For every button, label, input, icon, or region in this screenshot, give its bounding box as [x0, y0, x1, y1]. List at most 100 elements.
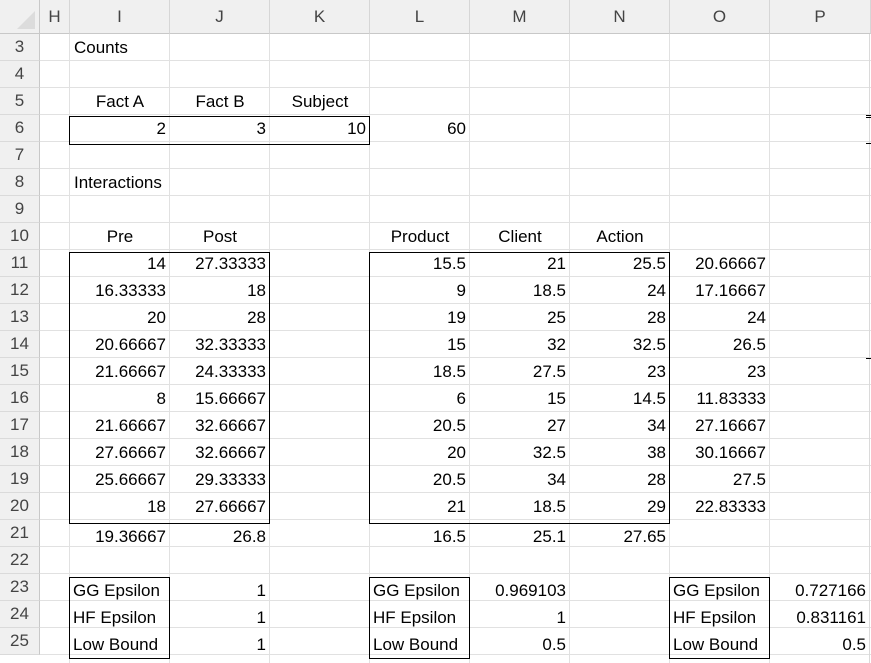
- cell-pre[interactable]: 21.66667: [70, 412, 170, 439]
- cell-action[interactable]: 24: [570, 277, 670, 304]
- cell-row-mean[interactable]: 26.5: [670, 331, 770, 358]
- row-header-7[interactable]: 7: [0, 142, 40, 169]
- cell-client[interactable]: 25: [470, 304, 570, 331]
- cell-post[interactable]: 18: [170, 277, 270, 304]
- mean-pre[interactable]: 19.36667: [70, 523, 170, 550]
- cell-post[interactable]: 32.33333: [170, 331, 270, 358]
- row-header-11[interactable]: 11: [0, 250, 40, 277]
- cell-row-mean[interactable]: 27.5: [670, 466, 770, 493]
- cell-client[interactable]: 34: [470, 466, 570, 493]
- row-header-9[interactable]: 9: [0, 196, 40, 223]
- mean-action[interactable]: 27.65: [570, 523, 670, 550]
- column-header-J[interactable]: J: [170, 0, 270, 34]
- cell-action[interactable]: 38: [570, 439, 670, 466]
- cell-client[interactable]: 18.5: [470, 493, 570, 520]
- row-header-13[interactable]: 13: [0, 304, 40, 331]
- row-header-8[interactable]: 8: [0, 169, 40, 196]
- row-header-17[interactable]: 17: [0, 412, 40, 439]
- cell-pre[interactable]: 21.66667: [70, 358, 170, 385]
- column-header-L[interactable]: L: [370, 0, 470, 34]
- cell-product[interactable]: 9: [370, 277, 470, 304]
- cell-product[interactable]: 20.5: [370, 466, 470, 493]
- cell-pre[interactable]: 20.66667: [70, 331, 170, 358]
- epsilon-label[interactable]: GG Epsilon: [70, 577, 170, 604]
- cell-row-mean[interactable]: 22.83333: [670, 493, 770, 520]
- cell-action[interactable]: 28: [570, 466, 670, 493]
- cell-row-mean[interactable]: 30.16667: [670, 439, 770, 466]
- row-header-25[interactable]: 25: [0, 628, 40, 655]
- cell-post[interactable]: 27.33333: [170, 250, 270, 277]
- row-header-4[interactable]: 4: [0, 61, 40, 88]
- epsilon-label[interactable]: HF Epsilon: [370, 604, 470, 631]
- row-header-14[interactable]: 14: [0, 331, 40, 358]
- epsilon-value[interactable]: 1: [170, 577, 270, 604]
- row-header-18[interactable]: 18: [0, 439, 40, 466]
- column-header-K[interactable]: K: [270, 0, 370, 34]
- cell-action[interactable]: 29: [570, 493, 670, 520]
- epsilon-label[interactable]: HF Epsilon: [70, 604, 170, 631]
- column-header-M[interactable]: M: [470, 0, 570, 34]
- cell-post[interactable]: 32.66667: [170, 439, 270, 466]
- cell-row-mean[interactable]: 17.16667: [670, 277, 770, 304]
- cell-action[interactable]: 28: [570, 304, 670, 331]
- epsilon-label[interactable]: HF Epsilon: [670, 604, 770, 631]
- cell-pre[interactable]: 18: [70, 493, 170, 520]
- cell-post[interactable]: 15.66667: [170, 385, 270, 412]
- cell-pre[interactable]: 8: [70, 385, 170, 412]
- row-header-19[interactable]: 19: [0, 466, 40, 493]
- cell-post[interactable]: 24.33333: [170, 358, 270, 385]
- column-header-N[interactable]: N: [570, 0, 670, 34]
- cell-post[interactable]: 27.66667: [170, 493, 270, 520]
- cell-product[interactable]: 20: [370, 439, 470, 466]
- epsilon-value[interactable]: 0.5: [470, 631, 570, 658]
- cell-action[interactable]: 14.5: [570, 385, 670, 412]
- cell-product[interactable]: 21: [370, 493, 470, 520]
- row-header-12[interactable]: 12: [0, 277, 40, 304]
- epsilon-label[interactable]: Low Bound: [70, 631, 170, 658]
- row-header-23[interactable]: 23: [0, 574, 40, 601]
- counts-total[interactable]: 60: [370, 115, 470, 142]
- cell-action[interactable]: 25.5: [570, 250, 670, 277]
- counts-value-fact-b[interactable]: 3: [170, 115, 270, 142]
- cell-row-mean[interactable]: 23: [670, 358, 770, 385]
- cell-product[interactable]: 15.5: [370, 250, 470, 277]
- epsilon-label[interactable]: GG Epsilon: [370, 577, 470, 604]
- cell-row-mean[interactable]: 20.66667: [670, 250, 770, 277]
- cell-action[interactable]: 23: [570, 358, 670, 385]
- mean-post[interactable]: 26.8: [170, 523, 270, 550]
- cell-client[interactable]: 32: [470, 331, 570, 358]
- row-header-22[interactable]: 22: [0, 547, 40, 574]
- cell-client[interactable]: 15: [470, 385, 570, 412]
- cell-pre[interactable]: 14: [70, 250, 170, 277]
- cell-post[interactable]: 28: [170, 304, 270, 331]
- cell-product[interactable]: 15: [370, 331, 470, 358]
- counts-value-subject[interactable]: 10: [270, 115, 370, 142]
- row-header-5[interactable]: 5: [0, 88, 40, 115]
- cell-product[interactable]: 18.5: [370, 358, 470, 385]
- cell-client[interactable]: 27.5: [470, 358, 570, 385]
- cell-pre[interactable]: 16.33333: [70, 277, 170, 304]
- cell-client[interactable]: 21: [470, 250, 570, 277]
- cell-row-mean[interactable]: 27.16667: [670, 412, 770, 439]
- epsilon-value[interactable]: 1: [170, 604, 270, 631]
- cell-client[interactable]: 18.5: [470, 277, 570, 304]
- epsilon-value[interactable]: 0.5: [770, 631, 870, 658]
- select-all-corner[interactable]: [0, 0, 40, 34]
- cell-client[interactable]: 32.5: [470, 439, 570, 466]
- epsilon-label[interactable]: Low Bound: [670, 631, 770, 658]
- cell-post[interactable]: 29.33333: [170, 466, 270, 493]
- epsilon-label[interactable]: GG Epsilon: [670, 577, 770, 604]
- row-header-20[interactable]: 20: [0, 493, 40, 520]
- row-header-3[interactable]: 3: [0, 34, 40, 61]
- cell-client[interactable]: 27: [470, 412, 570, 439]
- row-header-6[interactable]: 6: [0, 115, 40, 142]
- cell-post[interactable]: 32.66667: [170, 412, 270, 439]
- cell-row-mean[interactable]: 11.83333: [670, 385, 770, 412]
- row-header-16[interactable]: 16: [0, 385, 40, 412]
- row-header-24[interactable]: 24: [0, 601, 40, 628]
- cell-action[interactable]: 32.5: [570, 331, 670, 358]
- column-header-H[interactable]: H: [40, 0, 70, 34]
- epsilon-value[interactable]: 0.727166: [770, 577, 870, 604]
- cell-product[interactable]: 20.5: [370, 412, 470, 439]
- epsilon-label[interactable]: Low Bound: [370, 631, 470, 658]
